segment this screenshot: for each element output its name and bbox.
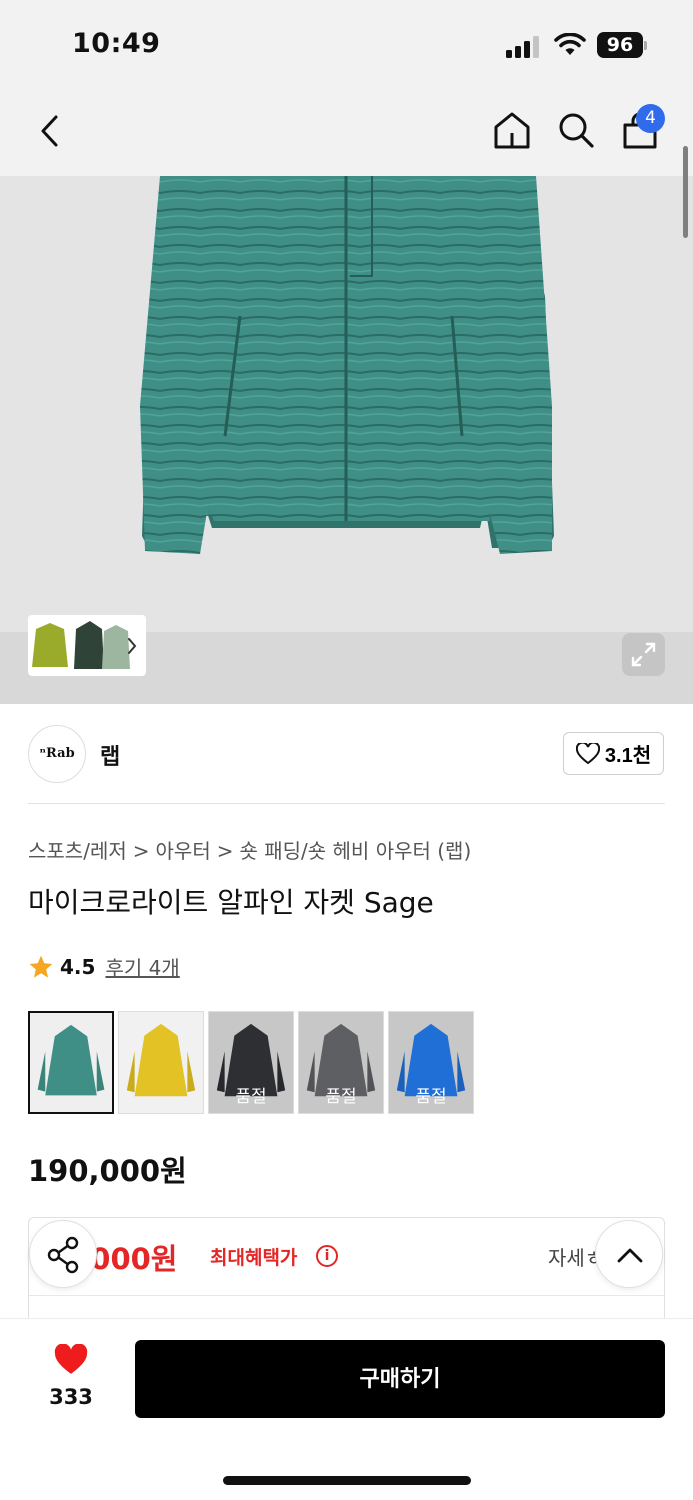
chevron-up-icon — [617, 1248, 643, 1263]
color-gallery-thumbnail[interactable] — [28, 615, 146, 676]
color-option[interactable] — [118, 1011, 204, 1114]
battery-icon: 96 — [597, 32, 643, 58]
chevron-right-icon — [128, 638, 137, 654]
share-button[interactable] — [29, 1220, 97, 1288]
product-price: 190,000원 — [28, 1154, 187, 1188]
home-icon[interactable] — [492, 110, 532, 150]
section-divider — [28, 803, 665, 804]
color-option[interactable] — [28, 1011, 114, 1114]
home-indicator[interactable] — [223, 1476, 471, 1485]
benefit-divider — [29, 1295, 664, 1296]
brand-name[interactable]: 랩 — [100, 739, 120, 771]
max-benefit-label: 최대혜택가 — [210, 1247, 298, 1269]
heart-filled-icon — [54, 1343, 88, 1374]
color-option[interactable]: 품절 — [388, 1011, 474, 1114]
rating-score: 4.5 — [60, 954, 96, 979]
scroll-top-button[interactable] — [595, 1220, 663, 1288]
wifi-icon — [554, 33, 586, 55]
reviews-link[interactable]: 후기 4개 — [105, 952, 179, 981]
breadcrumb-item[interactable]: 숏 패딩/숏 헤비 아우터 (랩) — [239, 839, 471, 863]
battery-tip — [644, 41, 647, 50]
breadcrumb-item[interactable]: 아우터 — [156, 839, 211, 863]
sold-out-label: 품절 — [235, 1087, 267, 1107]
breadcrumb-item[interactable]: 스포츠/레저 — [28, 839, 127, 863]
back-chevron-icon[interactable] — [38, 114, 62, 148]
brand-like-button[interactable]: 3.1천 — [563, 732, 664, 775]
info-icon[interactable]: i — [316, 1245, 338, 1267]
cellular-signal-icon — [506, 36, 539, 58]
cart-count-badge: 4 — [636, 104, 665, 133]
page-scroll-indicator[interactable] — [683, 146, 688, 238]
brand-like-count: 3.1천 — [604, 745, 652, 767]
color-option[interactable]: 품절 — [208, 1011, 294, 1114]
expand-image-button[interactable] — [622, 633, 665, 676]
breadcrumb-chevron-icon: > — [132, 839, 150, 863]
swatch-image — [126, 1023, 196, 1097]
sold-out-label: 품절 — [325, 1087, 357, 1107]
heart-outline-icon — [575, 742, 600, 764]
expand-icon — [631, 642, 656, 667]
buy-button[interactable]: 구매하기 — [135, 1340, 665, 1418]
brand-logo[interactable]: ⁿRab — [28, 725, 86, 783]
product-rating: 4.5 후기 4개 — [28, 952, 180, 981]
status-time: 10:49 — [72, 28, 161, 59]
wishlist-count: 333 — [49, 1385, 93, 1409]
sold-out-label: 품절 — [415, 1087, 447, 1107]
breadcrumb-chevron-icon: > — [216, 839, 234, 863]
search-icon[interactable] — [557, 111, 595, 149]
status-bar: 10:49 96 — [0, 0, 693, 90]
share-icon — [47, 1236, 79, 1274]
product-title: 마이크로라이트 알파인 자켓 Sage — [28, 886, 434, 919]
wishlist-button[interactable] — [30, 1343, 112, 1380]
star-icon — [29, 955, 53, 978]
breadcrumb: 스포츠/레저 > 아우터 > 숏 패딩/숏 헤비 아우터 (랩) — [28, 835, 471, 864]
color-options: 품절 품절 품절 — [28, 1011, 474, 1114]
color-option[interactable]: 품절 — [298, 1011, 384, 1114]
swatch-image — [37, 1024, 105, 1096]
